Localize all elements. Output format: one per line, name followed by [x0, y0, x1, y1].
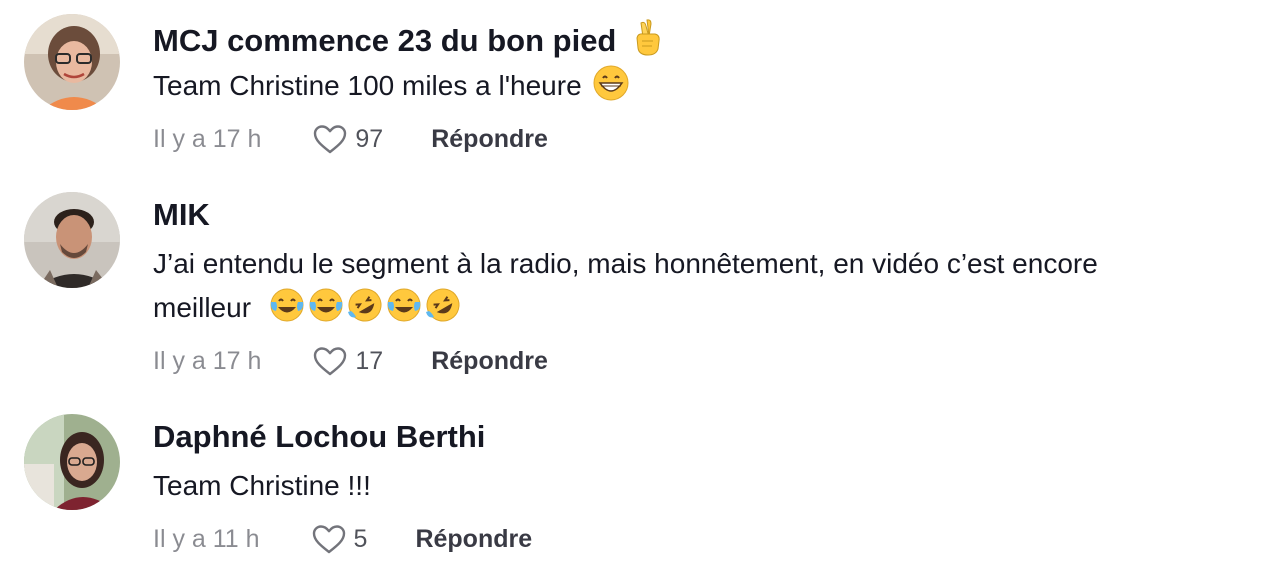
heart-icon[interactable] [313, 124, 347, 154]
reply-button[interactable]: Répondre [431, 125, 548, 154]
rolling-laughing-icon [347, 288, 382, 322]
comment-text: Team Christine !!! [153, 470, 371, 501]
like-button[interactable]: 97 [313, 124, 383, 154]
emoji-sequence [259, 288, 462, 323]
tears-of-joy-icon [387, 288, 421, 322]
comment-author[interactable]: Daphné Lochou Berthi [153, 417, 485, 457]
comment-meta: Il y a 17 h 97 Répondre [153, 119, 548, 159]
like-button[interactable]: 17 [313, 346, 383, 376]
comment-meta: Il y a 17 h 17 Répondre [153, 341, 548, 381]
like-count: 97 [355, 124, 384, 153]
tears-of-joy-icon [270, 288, 304, 322]
comment-time: Il y a 11 h [153, 524, 260, 553]
crossed-fingers-icon [636, 19, 661, 56]
comment-time: Il y a 17 h [153, 346, 262, 375]
like-count: 17 [355, 346, 384, 375]
comment-author[interactable]: MIK [153, 195, 210, 235]
reply-button[interactable]: Répondre [415, 525, 532, 554]
avatar[interactable] [24, 414, 120, 510]
rolling-laughing-icon [425, 288, 460, 322]
comment-text: Team Christine 100 miles a l'heure [153, 64, 1233, 108]
heart-icon[interactable] [313, 346, 347, 376]
tears-of-joy-icon [309, 288, 343, 322]
comment-text: J’ai entendu le segment à la radio, mais… [153, 242, 1233, 330]
reply-button[interactable]: Répondre [431, 347, 548, 376]
comment-author[interactable]: MCJ commence 23 du bon pied [153, 17, 664, 61]
comment-meta: Il y a 11 h 5 Répondre [153, 519, 532, 559]
comment-item: MCJ commence 23 du bon pied Team Christi… [0, 0, 1264, 175]
avatar[interactable] [24, 14, 120, 110]
author-name: MCJ commence 23 du bon pied [153, 23, 617, 58]
heart-icon[interactable] [312, 524, 346, 554]
grinning-face-icon [593, 65, 629, 101]
like-count: 5 [353, 524, 368, 553]
comment-item: MIK J’ai entendu le segment à la radio, … [0, 175, 1264, 395]
comment-item: Daphné Lochou Berthi Team Christine !!! … [0, 395, 1264, 572]
like-button[interactable]: 5 [312, 524, 368, 554]
comment-time: Il y a 17 h [153, 124, 262, 153]
avatar[interactable] [24, 192, 120, 288]
